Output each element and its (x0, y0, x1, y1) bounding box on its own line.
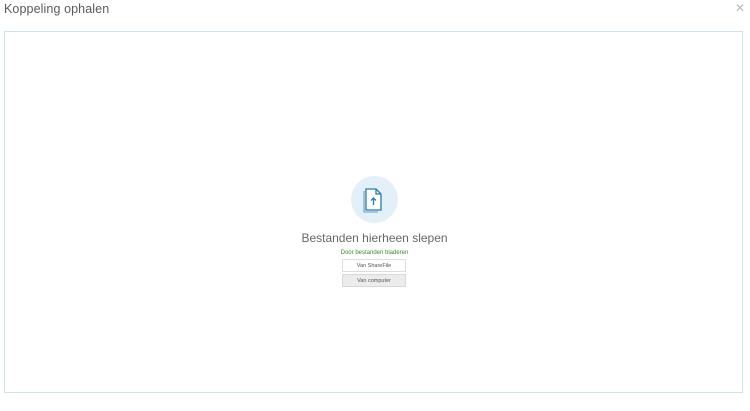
close-icon: ✕ (734, 1, 746, 15)
close-button[interactable]: ✕ (734, 2, 746, 14)
upload-icon-circle (351, 176, 398, 223)
dialog-title: Koppeling ophalen (4, 2, 110, 16)
file-drop-zone[interactable]: Bestanden hierheen slepen Door bestanden… (4, 31, 743, 393)
upload-dialog: Koppeling ophalen ✕ Bestanden hierheen s… (0, 0, 750, 411)
from-sharefile-button[interactable]: Van ShareFile (342, 259, 406, 272)
drop-files-text: Bestanden hierheen slepen (301, 231, 448, 245)
from-computer-button[interactable]: Van computer (342, 274, 406, 287)
file-upload-icon (363, 188, 382, 213)
browse-files-link[interactable]: Door bestanden bladeren (5, 250, 744, 256)
